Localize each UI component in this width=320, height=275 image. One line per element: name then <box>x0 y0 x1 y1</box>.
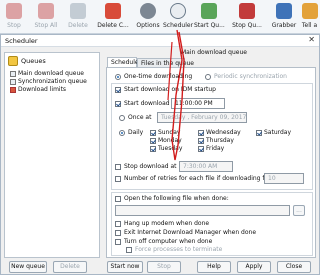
toolbar-stop-queue-button[interactable]: Stop Qu... <box>232 2 262 32</box>
toolbar-stop-all-button[interactable]: Stop All <box>30 2 62 32</box>
day-friday-label: Friday <box>206 145 225 152</box>
toolbar-scheduler-button[interactable]: Scheduler <box>163 2 193 32</box>
toolbar-tell-friend-button[interactable]: Tell a <box>299 2 320 32</box>
toolbar-stop-button[interactable]: Stop <box>0 2 28 32</box>
queue-item-main[interactable]: Main download queue <box>10 70 84 77</box>
tab-files-in-queue[interactable]: Files in the queue <box>137 58 194 67</box>
force-terminate-checkbox[interactable] <box>126 247 132 253</box>
window-titlebar: Scheduler ✕ <box>1 35 319 47</box>
new-queue-button[interactable]: New queue <box>9 261 47 273</box>
queue-title: Main download queue <box>181 49 247 56</box>
browse-button[interactable]: ... <box>293 205 305 216</box>
queue-item-sync[interactable]: Synchronization queue <box>10 78 87 85</box>
day-sunday-label: Sunday <box>158 129 181 136</box>
day-monday-label: Monday <box>158 137 182 144</box>
close-button[interactable]: Close <box>277 261 311 273</box>
tab-schedule[interactable]: Schedule <box>107 57 139 67</box>
exit-idm-checkbox[interactable] <box>115 230 121 236</box>
close-icon[interactable]: ✕ <box>308 35 315 44</box>
stop-icon <box>6 3 22 19</box>
day-thursday-checkbox[interactable] <box>198 138 204 144</box>
start-queue-icon <box>201 3 217 19</box>
periodic-radio[interactable] <box>205 74 211 80</box>
tell-friend-icon <box>301 3 318 19</box>
start-on-startup-checkbox[interactable] <box>115 87 121 93</box>
stop-all-icon <box>38 3 54 19</box>
start-on-startup-label: Start download on IDM startup <box>124 86 216 93</box>
day-sunday-checkbox[interactable] <box>150 130 156 136</box>
toolbar-delete-completed-button[interactable]: Delete C... <box>94 2 132 32</box>
limits-icon <box>10 86 16 93</box>
day-tuesday-label: Tuesday <box>158 145 183 152</box>
once-at-label: Once at <box>128 114 152 121</box>
stop-at-label: Stop download at <box>124 163 177 170</box>
start-now-button[interactable]: Start now <box>107 261 143 273</box>
day-wednesday-checkbox[interactable] <box>198 130 204 136</box>
day-saturday-label: Saturday <box>264 129 292 136</box>
periodic-label: Periodic synchronization <box>214 73 287 80</box>
day-friday-checkbox[interactable] <box>198 146 204 152</box>
grabber-icon <box>276 3 292 19</box>
start-at-label: Start download at <box>124 100 178 107</box>
retries-label: Number of retries for each file if downl… <box>124 175 283 182</box>
one-time-radio[interactable] <box>115 74 121 80</box>
stop-at-checkbox[interactable] <box>115 164 121 170</box>
day-saturday-checkbox[interactable] <box>256 130 262 136</box>
retries-input[interactable]: 10 <box>264 173 304 184</box>
options-icon <box>140 3 156 19</box>
open-file-label: Open the following file when done: <box>124 195 229 202</box>
daily-radio[interactable] <box>119 130 125 136</box>
open-file-input[interactable] <box>115 205 290 216</box>
delete-icon <box>70 3 86 19</box>
queue-item-limits[interactable]: Download limits <box>10 86 66 93</box>
scheduler-window: Scheduler ✕ Queues Main download queue S… <box>0 34 320 275</box>
one-time-label: One-time downloading <box>124 73 193 80</box>
apply-button[interactable]: Apply <box>237 261 271 273</box>
once-at-radio[interactable] <box>119 115 125 121</box>
stop-queue-icon <box>239 3 255 19</box>
hang-up-checkbox[interactable] <box>115 221 121 227</box>
toolbar: Stop Stop All Delete Delete C... Options… <box>0 0 320 34</box>
start-time-input[interactable]: 11:00:00 PM <box>171 98 225 109</box>
queue-icon <box>10 70 16 77</box>
queues-folder-icon <box>8 56 18 66</box>
queues-panel: Queues Main download queue Synchronizati… <box>4 52 100 258</box>
stop-time-input[interactable]: 7:30:00 AM <box>179 161 233 172</box>
queues-header: Queues <box>8 56 46 68</box>
start-at-checkbox[interactable] <box>115 101 121 107</box>
delete-completed-icon <box>105 3 121 19</box>
hang-up-label: Hang up modem when done <box>124 220 210 227</box>
turn-off-label: Turn off computer when done <box>124 238 213 245</box>
day-tuesday-checkbox[interactable] <box>150 146 156 152</box>
stop-button[interactable]: Stop <box>147 261 181 273</box>
window-title: Scheduler <box>5 37 38 45</box>
schedule-panel: One-time downloading Periodic synchroniz… <box>106 67 316 258</box>
toolbar-grabber-button[interactable]: Grabber <box>270 2 298 32</box>
turn-off-checkbox[interactable] <box>115 239 121 245</box>
toolbar-options-button[interactable]: Options <box>133 2 163 32</box>
day-wednesday-label: Wednesday <box>206 129 241 136</box>
open-file-checkbox[interactable] <box>115 196 121 202</box>
daily-label: Daily <box>128 129 144 136</box>
scheduler-icon <box>170 3 186 19</box>
day-monday-checkbox[interactable] <box>150 138 156 144</box>
toolbar-delete-button[interactable]: Delete <box>64 2 92 32</box>
help-button[interactable]: Help <box>197 261 231 273</box>
once-date-picker[interactable]: Tuesday , February 09, 2017 <box>157 112 247 123</box>
queue-icon <box>10 78 16 85</box>
day-thursday-label: Thursday <box>206 137 234 144</box>
force-terminate-label: Force processes to terminate <box>135 246 223 253</box>
toolbar-start-queue-button[interactable]: Start Qu... <box>194 2 225 32</box>
exit-idm-label: Exit Internet Download Manager when done <box>124 229 257 236</box>
retries-checkbox[interactable] <box>115 176 121 182</box>
delete-queue-button[interactable]: Delete <box>53 261 87 273</box>
